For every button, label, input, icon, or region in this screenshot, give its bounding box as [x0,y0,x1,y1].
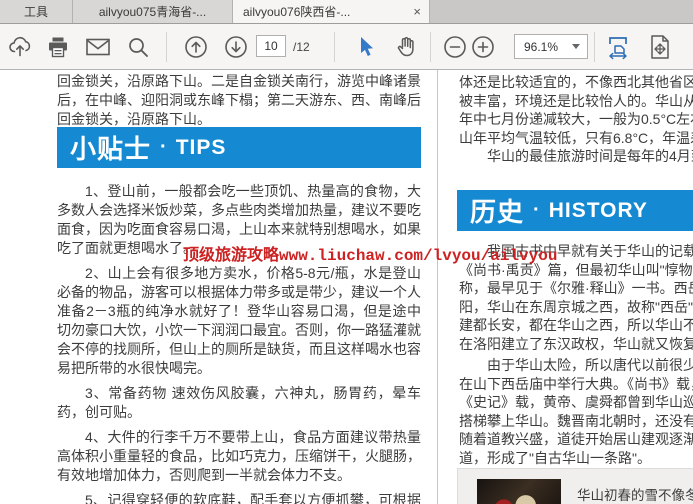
print-button[interactable] [44,33,72,61]
fit-page-icon [648,34,672,60]
history-paragraph-2: 由于华山太险，所以唐代以前很少有人登 在山下西岳庙中举行大典。《尚书》载，华山 … [459,356,693,468]
text-line: 搭梯攀上华山。魏晋南北朝时，还没有通向华 [459,412,693,431]
zoom-in-icon [470,34,496,60]
page-total-label: /12 [293,40,310,54]
text-line: 在山下西岳庙中举行大典。《尚书》载，华山 [459,375,693,394]
pdf-page-right: 体还是比较适宜的，不像西北其他省区温差那 被丰富，环境还是比较怡人的。华山从山麓… [438,70,693,504]
toolbar-separator [430,32,431,62]
tips-list: 1、登山前，一般都会吃一些顶饥、热量高的食物，大多数人会选择米饭炒菜，多点些肉类… [57,182,421,504]
climate-paragraph: 体还是比较适宜的，不像西北其他省区温差那 被丰富，环境还是比较怡人的。华山从山麓… [459,73,693,166]
select-tool-button[interactable] [352,33,380,61]
text-line: 阳，华山在东周京城之西，故称"西岳"。以后 [459,298,693,317]
zoom-out-icon [442,34,468,60]
email-icon [85,36,111,58]
history-header-dot: · [533,199,540,222]
hand-tool-button[interactable] [392,33,420,61]
page-number-input[interactable] [256,35,286,57]
previous-page-button[interactable] [182,33,210,61]
zoom-level-dropdown[interactable]: 96.1% [514,34,588,59]
text-line: 山年平均气温较低，只有6.8°C，年温差也偏小 [459,129,693,148]
photo-caption: 华山初春的雪不像冬雪 [577,484,693,504]
text-line: 《史记》载，黄帝、虞舜都曾到华山巡狩。据 [459,393,693,412]
tip-item: 4、大件的行李千万不要带上山，食品方面建议带热量高体积小重量轻的食品，比如巧克力… [57,428,421,485]
pdf-reader-window: 工具 ailvyou075青海省-... ailvyou076陕西省-... × [0,0,693,504]
toolbar-separator [166,32,167,62]
watermark-text: 顶级旅游攻略www.liuchaw.com/lvyou/ailvyou [183,241,557,265]
tab-doc-shaanxi-active[interactable]: ailvyou076陕西省-... × [233,0,430,23]
huashan-snow-photo [477,479,561,504]
fit-width-icon [605,34,631,60]
text-line: 由于华山太险，所以唐代以前很少有人登 [459,356,693,375]
zoom-out-button[interactable] [441,33,469,61]
text-line: 道，形成了"自古华山一条路"。 [459,449,693,468]
search-icon [126,35,150,59]
tips-header-dot: · [160,136,167,159]
toolbar-separator [594,32,595,62]
fit-page-button[interactable] [646,33,674,61]
text-line: 建都长安，都在华山之西，所以华山不再称为 [459,316,693,335]
text-line: 体还是比较适宜的，不像西北其他省区温差那 [459,73,693,92]
email-button[interactable] [84,33,112,61]
tab-tools[interactable]: 工具 [0,0,73,23]
tip-item: 2、山上会有很多地方卖水，价格5-8元/瓶，水是登山必备的物品，游客可以根据体力… [57,264,421,378]
tab-tools-label: 工具 [24,3,48,20]
tab-doc-qinghai-label: ailvyou075青海省-... [99,3,206,20]
select-cursor-icon [355,35,377,59]
text-line: 被丰富，环境还是比较怡人的。华山从山麓到 [459,92,693,111]
history-header-en: HISTORY [549,199,648,223]
tip-item: 3、常备药物 速效伤风胶囊，六神丸，肠胃药，晕车药，创可贴。 [57,384,421,422]
tab-bar: 工具 ailvyou075青海省-... ailvyou076陕西省-... × [0,0,693,24]
close-tab-icon[interactable]: × [411,5,423,18]
tips-section-header: 小贴士 · TIPS [57,127,421,168]
chevron-down-icon [572,44,580,49]
zoom-in-button[interactable] [469,33,497,61]
search-button[interactable] [124,33,152,61]
page-up-icon [183,34,209,60]
zoom-level-value: 96.1% [515,40,572,54]
print-icon [46,35,70,59]
tips-header-en: TIPS [176,136,227,160]
history-section-header: 历史 · HISTORY [457,190,693,231]
share-upload-button[interactable] [6,33,34,61]
pdf-page-left: 回金锁关，沿原路下山。二是自金锁关南行，游览中峰诸景后，在中峰、迎阳洞或东峰下榻… [0,70,437,504]
document-view[interactable]: 回金锁关，沿原路下山。二是自金锁关南行，游览中峰诸景后，在中峰、迎阳洞或东峰下榻… [0,70,693,504]
page-down-icon [223,34,249,60]
intro-paragraph: 回金锁关，沿原路下山。二是自金锁关南行，游览中峰诸景后，在中峰、迎阳洞或东峰下榻… [57,72,421,129]
tip-item: 5、记得穿轻便的软底鞋，配手套以方便抓攀，可根据个人情况带些干袜子。春夏季登山，… [57,491,421,504]
hand-tool-icon [393,34,419,60]
tab-doc-shaanxi-label: ailvyou076陕西省-... [243,3,350,20]
next-page-button[interactable] [222,33,250,61]
text-line: 随着道教兴盛，道徒开始居山建观逐渐在北坡 [459,430,693,449]
text-line: 称，最早见于《尔雅·释山》一书。西岳这一称 [459,279,693,298]
text-line: 年中七月份递减较大，一般为0.5°C左右；一 [459,110,693,129]
text-line: 在洛阳建立了东汉政权，华山就又恢复了"西岳 [459,335,693,354]
text-line: 华山的最佳旅游时间是每年的4月到10月 [459,147,693,166]
fit-width-button[interactable] [604,33,632,61]
tips-header-cn: 小贴士 [70,129,151,166]
tab-doc-qinghai[interactable]: ailvyou075青海省-... [73,0,233,23]
toolbar-separator [334,32,335,62]
cloud-upload-icon [7,34,33,60]
toolbar: /12 [0,24,693,70]
history-header-cn: 历史 [470,192,524,229]
photo-callout-box: 华山初春的雪不像冬雪 [457,468,693,504]
